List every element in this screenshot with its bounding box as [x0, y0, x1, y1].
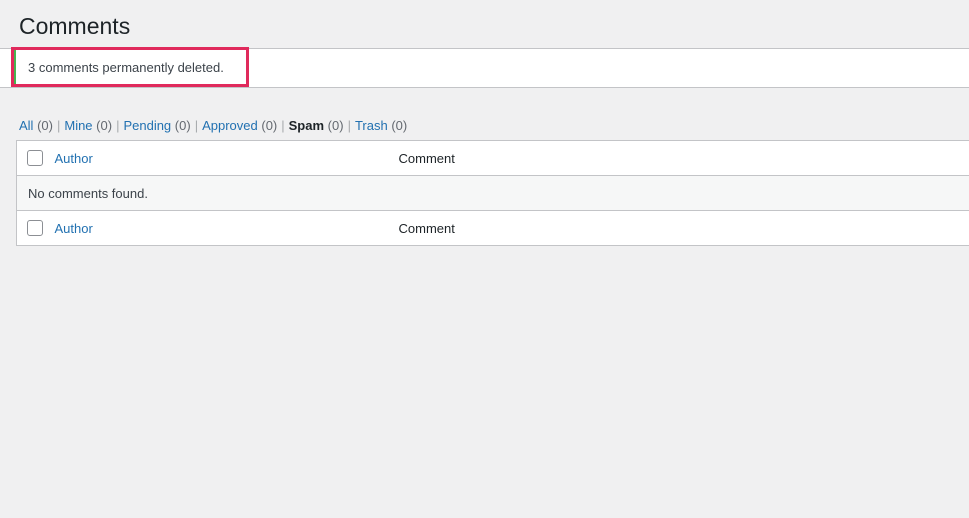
notice-message: 3 comments permanently deleted. [28, 60, 224, 76]
filter-separator: | [194, 118, 199, 133]
filter-pending-label: Pending [123, 118, 172, 133]
table-header-row: Author Comment [16, 140, 969, 176]
column-header-author-link[interactable]: Author [55, 151, 93, 166]
no-items-row: No comments found. [16, 175, 969, 211]
filter-pending-count: (0) [174, 118, 191, 133]
column-footer-comment-label: Comment [398, 220, 455, 236]
filter-approved[interactable]: Approved [202, 118, 258, 133]
filter-mine-count: (0) [96, 118, 113, 133]
filter-all[interactable]: All [19, 118, 33, 133]
filter-separator: | [281, 118, 285, 133]
notice-bar: 3 comments permanently deleted. [0, 48, 969, 88]
filter-separator: | [347, 118, 351, 133]
checkbox-unchecked-icon[interactable] [27, 220, 43, 237]
column-footer-comment: Comment [398, 210, 969, 246]
notice-success: 3 comments permanently deleted. [12, 49, 245, 87]
column-footer-author-link[interactable]: Author [55, 221, 93, 236]
column-header-comment-label: Comment [398, 150, 455, 166]
empty-message: No comments found. [16, 175, 969, 211]
comments-list-table: Author Comment No comments found. Author… [16, 140, 969, 246]
filter-all-label: All [19, 118, 34, 133]
filter-pending[interactable]: Pending [123, 118, 171, 133]
filter-spam-count: (0) [327, 118, 344, 133]
filter-all-count: (0) [37, 118, 53, 133]
filter-trash[interactable]: Trash [355, 118, 388, 133]
filter-spam[interactable]: Spam [289, 118, 324, 133]
checkbox-unchecked-icon[interactable] [27, 150, 43, 167]
table-footer-row: Author Comment [16, 210, 969, 246]
select-all-footer[interactable] [16, 210, 55, 246]
filter-trash-label: Trash [354, 118, 388, 133]
select-all-header[interactable] [16, 140, 55, 176]
filter-separator: | [116, 118, 120, 133]
column-footer-author[interactable]: Author [54, 210, 399, 246]
column-header-author[interactable]: Author [54, 140, 399, 176]
filter-trash-count: (0) [391, 118, 408, 133]
filter-approved-count: (0) [261, 118, 278, 133]
filter-mine-label: Mine [64, 118, 93, 133]
filter-separator: | [56, 118, 61, 133]
column-header-comment: Comment [398, 140, 969, 176]
page-title: Comments [19, 13, 131, 39]
comment-status-filters[interactable]: All (0) | Mine (0) | Pending (0) | Approved (0… [19, 117, 407, 134]
filter-mine[interactable]: Mine [64, 118, 92, 133]
filter-spam-label: Spam [288, 118, 325, 133]
filter-approved-label: Approved [202, 118, 258, 133]
